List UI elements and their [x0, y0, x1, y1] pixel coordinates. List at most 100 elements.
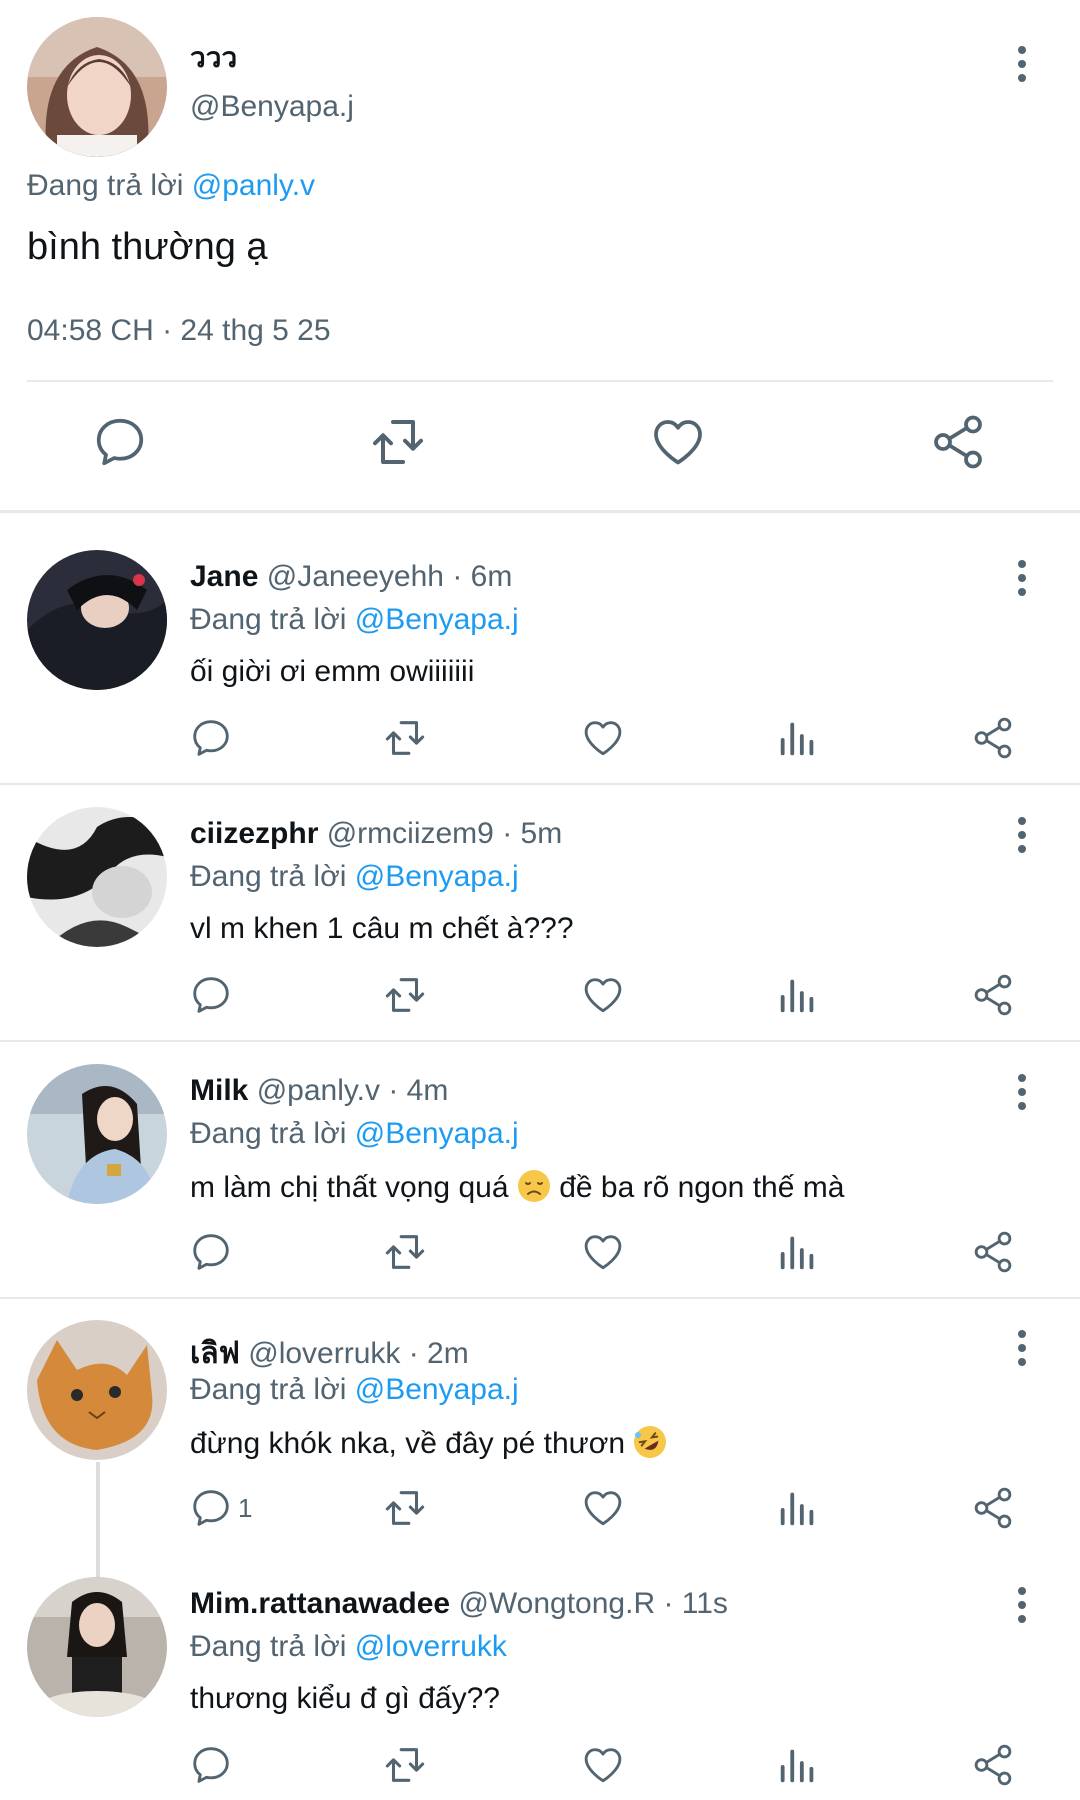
more-icon[interactable]	[1010, 815, 1034, 855]
reply-text-part: đề ba rõ ngon thế mà	[559, 1171, 845, 1204]
reply-icon[interactable]	[90, 412, 150, 472]
reply-icon[interactable]	[188, 1742, 234, 1788]
more-icon[interactable]	[1010, 1585, 1034, 1625]
divider	[27, 380, 1053, 382]
replying-to: Đang trả lời @Benyapa.j	[190, 1117, 519, 1151]
views-icon[interactable]	[775, 1742, 821, 1788]
avatar[interactable]	[27, 17, 167, 157]
reply-text-part: đừng khók nka, về đây pé thươn	[190, 1427, 626, 1460]
author-handle[interactable]: @loverrukk	[248, 1337, 400, 1370]
views-icon[interactable]	[775, 715, 821, 761]
reply-text: ối giời ơi emm owiiiiiii	[190, 655, 475, 688]
main-action-bar	[0, 412, 1080, 482]
like-icon[interactable]	[580, 1742, 626, 1788]
views-icon[interactable]	[775, 972, 821, 1018]
author-name[interactable]: Milk	[190, 1074, 248, 1107]
replying-prefix: Đang trả lời	[27, 169, 184, 202]
author-handle[interactable]: @Janeeyehh	[267, 560, 444, 593]
author-name[interactable]: Jane	[190, 560, 258, 593]
replying-prefix: Đang trả lời	[190, 1373, 347, 1406]
author-name[interactable]: เลิฟ	[190, 1337, 240, 1370]
section-divider	[0, 510, 1080, 513]
share-icon[interactable]	[970, 972, 1016, 1018]
reply-text-part: m làm chị thất vọng quá	[190, 1171, 509, 1204]
reply-text: vl m khen 1 câu m chết à???	[190, 912, 574, 945]
author-handle[interactable]: @Wongtong.R	[458, 1587, 655, 1620]
author-name[interactable]: Mim.rattanawadee	[190, 1587, 450, 1620]
like-icon[interactable]	[580, 1229, 626, 1275]
reply-icon[interactable]	[188, 1229, 234, 1275]
more-icon[interactable]	[1010, 558, 1034, 598]
reply-action-bar	[0, 972, 1080, 1022]
views-icon[interactable]	[775, 1229, 821, 1275]
like-icon[interactable]	[648, 412, 708, 472]
share-icon[interactable]	[970, 1742, 1016, 1788]
like-icon[interactable]	[580, 972, 626, 1018]
reply-icon[interactable]	[188, 1485, 234, 1531]
more-icon[interactable]	[1010, 1072, 1034, 1112]
share-icon[interactable]	[970, 1485, 1016, 1531]
replying-to: Đang trả lời @Benyapa.j	[190, 860, 519, 894]
tweet-timestamp[interactable]: 04:58 CH · 24 thg 5 25	[27, 314, 331, 348]
replying-prefix: Đang trả lời	[190, 1117, 347, 1150]
reply-header: Mim.rattanawadee @Wongtong.R · 11s	[190, 1587, 728, 1621]
retweet-icon[interactable]	[382, 1742, 428, 1788]
replying-prefix: Đang trả lời	[190, 603, 347, 636]
retweet-icon[interactable]	[382, 715, 428, 761]
reply-action-bar	[0, 1229, 1080, 1279]
replying-to-link[interactable]: @loverrukk	[355, 1630, 507, 1663]
replying-to-link[interactable]: @panly.v	[192, 169, 315, 202]
retweet-icon[interactable]	[368, 412, 428, 472]
replying-to-link[interactable]: @Benyapa.j	[355, 603, 519, 636]
reply-time: · 11s	[663, 1587, 728, 1620]
reply-time: · 2m	[408, 1337, 469, 1370]
share-icon[interactable]	[928, 412, 988, 472]
like-icon[interactable]	[580, 715, 626, 761]
replying-to: Đang trả lời @Benyapa.j	[190, 1373, 519, 1407]
replying-to-link[interactable]: @Benyapa.j	[355, 860, 519, 893]
replying-to-link[interactable]: @Benyapa.j	[355, 1373, 519, 1406]
divider	[0, 783, 1080, 785]
reply-count: 1	[238, 1493, 253, 1523]
more-icon[interactable]	[1010, 44, 1034, 84]
main-tweet: ววว @Benyapa.j Đang trả lời @panly.v bìn…	[0, 0, 1080, 512]
reply-time: · 6m	[452, 560, 513, 593]
author-name[interactable]: ววว	[190, 36, 237, 80]
avatar[interactable]	[27, 1320, 167, 1460]
author-handle[interactable]: @Benyapa.j	[190, 90, 354, 124]
retweet-icon[interactable]	[382, 972, 428, 1018]
replying-to: Đang trả lời @panly.v	[27, 169, 315, 203]
replying-to: Đang trả lời @loverrukk	[190, 1630, 507, 1664]
views-icon[interactable]	[775, 1485, 821, 1531]
retweet-icon[interactable]	[382, 1485, 428, 1531]
share-icon[interactable]	[970, 1229, 1016, 1275]
reply-header: Jane @Janeeyehh · 6m	[190, 560, 512, 594]
reply-header: เลิฟ @loverrukk · 2m	[190, 1330, 469, 1377]
divider	[0, 1297, 1080, 1299]
replying-to-link[interactable]: @Benyapa.j	[355, 1117, 519, 1150]
rolling-laughing-emoji	[634, 1426, 667, 1458]
reply-text: m làm chị thất vọng quá đề ba rõ ngon th…	[190, 1169, 844, 1205]
reply-header: ciizezphr @rmciizem9 · 5m	[190, 817, 562, 851]
share-icon[interactable]	[970, 715, 1016, 761]
avatar[interactable]	[27, 1577, 167, 1717]
author-name[interactable]: ciizezphr	[190, 817, 318, 850]
avatar[interactable]	[27, 1064, 167, 1204]
reply-icon[interactable]	[188, 715, 234, 761]
avatar[interactable]	[27, 807, 167, 947]
reply-icon[interactable]	[188, 972, 234, 1018]
avatar[interactable]	[27, 550, 167, 690]
thread-connector-line	[96, 1462, 100, 1577]
retweet-icon[interactable]	[382, 1229, 428, 1275]
like-icon[interactable]	[580, 1485, 626, 1531]
author-handle[interactable]: @rmciizem9	[327, 817, 494, 850]
reply-time: · 4m	[388, 1074, 449, 1107]
tweet-text: bình thường ạ	[27, 226, 268, 268]
author-handle[interactable]: @panly.v	[257, 1074, 380, 1107]
reply-action-bar: 1	[0, 1485, 1080, 1535]
more-icon[interactable]	[1010, 1328, 1034, 1368]
reply-action-bar	[0, 1742, 1080, 1792]
replying-prefix: Đang trả lời	[190, 860, 347, 893]
disappointed-face-emoji	[517, 1170, 550, 1202]
replying-prefix: Đang trả lời	[190, 1630, 347, 1663]
